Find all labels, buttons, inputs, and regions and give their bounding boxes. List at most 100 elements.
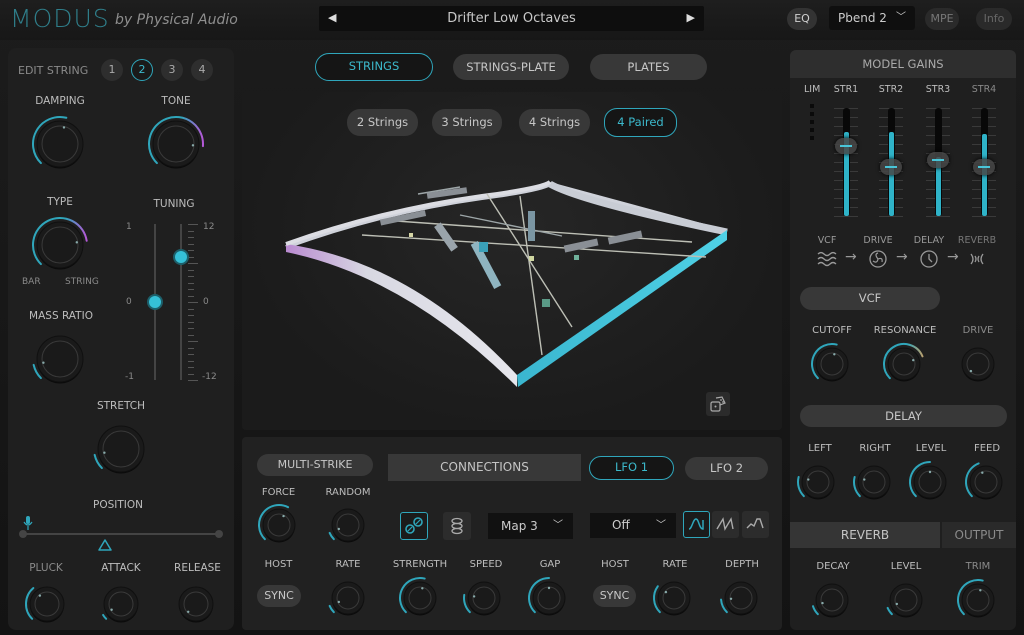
resonance-knob[interactable]: [882, 342, 926, 390]
delay-feed-knob[interactable]: [964, 460, 1008, 508]
tab-output[interactable]: OUTPUT: [942, 522, 1016, 548]
fan-icon[interactable]: [866, 248, 890, 270]
delay-left-knob[interactable]: [796, 460, 840, 508]
gain-fader-handle[interactable]: [927, 151, 949, 168]
tuning-tick: [188, 263, 198, 264]
multi-strike-rate-knob[interactable]: [326, 576, 370, 624]
gain-channel-label: STR1: [833, 84, 859, 95]
gain-channel-label: STR4: [971, 84, 997, 95]
type-knob[interactable]: [31, 216, 89, 278]
lfo-depth-knob[interactable]: [719, 576, 763, 624]
type-min-label: BAR: [22, 277, 41, 287]
gain-fader-handle[interactable]: [835, 137, 857, 154]
edit-string-2-button[interactable]: 2: [131, 59, 153, 81]
damping-knob[interactable]: [31, 115, 89, 177]
lfo-shape-sine-button[interactable]: [683, 511, 710, 538]
limiter-led: [810, 136, 814, 140]
attack-knob[interactable]: [98, 581, 144, 631]
speed-knob[interactable]: [462, 576, 506, 624]
clock-icon[interactable]: [917, 248, 941, 270]
preset-name[interactable]: Drifter Low Octaves: [319, 11, 704, 26]
delay-right-knob[interactable]: [852, 460, 896, 508]
cutoff-knob[interactable]: [810, 342, 854, 390]
connection-map-button[interactable]: [400, 512, 428, 540]
mpe-button[interactable]: MPE: [925, 8, 959, 30]
reverb-decay-knob[interactable]: [810, 578, 854, 626]
edit-string-3-button[interactable]: 3: [161, 59, 183, 81]
connection-map-dropdown[interactable]: Map 3 ﹀: [488, 513, 573, 539]
knob-indicator: [807, 478, 810, 481]
tab-strings[interactable]: STRINGS: [315, 53, 433, 81]
strike-position-handle[interactable]: [98, 536, 112, 555]
delay-right-label: RIGHT: [859, 443, 891, 454]
pluck-knob[interactable]: [24, 581, 70, 631]
trim-label: TRIM: [965, 561, 991, 572]
multi-strike-button[interactable]: MULTI-STRIKE: [257, 454, 373, 476]
tab-lfo-1[interactable]: LFO 1: [589, 456, 674, 480]
delay-section-button[interactable]: DELAY: [800, 405, 1007, 427]
randomize-button[interactable]: [706, 392, 730, 416]
trim-knob[interactable]: [956, 578, 1000, 626]
coarse-tuning-ticks: [188, 224, 198, 381]
model-3d-viewport[interactable]: 2 Strings 3 Strings 4 Strings 4 Paired: [242, 92, 782, 430]
vcf-section-button[interactable]: VCF: [800, 287, 940, 310]
lfo-sync-button[interactable]: SYNC: [593, 585, 636, 607]
tuning-tick: [188, 328, 194, 329]
delay-level-knob[interactable]: [908, 460, 952, 508]
tab-reverb[interactable]: REVERB: [790, 522, 940, 548]
strength-knob[interactable]: [398, 576, 442, 624]
vcf-drive-label: DRIVE: [962, 325, 994, 336]
fine-tuning-slider-thumb[interactable]: [149, 296, 161, 308]
position-slider-end: [215, 530, 223, 538]
position-label: POSITION: [93, 499, 143, 511]
pluck-label: PLUCK: [29, 562, 63, 574]
lfo-shape-saw-button[interactable]: [712, 511, 739, 538]
coarse-tuning-slider-track[interactable]: [180, 224, 182, 380]
knob-indicator: [191, 144, 195, 147]
header-bar: MODUS by Physical Audio ◀ Drifter Low Oc…: [0, 0, 1024, 40]
knob-indicator: [62, 126, 66, 129]
gain-channel-label: STR2: [878, 84, 904, 95]
lfo-target-dropdown[interactable]: Off ﹀: [590, 513, 676, 538]
model-gains-header: MODEL GAINS: [790, 50, 1016, 78]
knob-indicator: [38, 594, 42, 597]
lfo-rate-knob[interactable]: [652, 576, 696, 624]
lfo-shape-random-button[interactable]: [742, 511, 769, 538]
reverb-icon[interactable]: [965, 248, 989, 270]
gap-knob[interactable]: [527, 576, 571, 624]
gain-fader-handle[interactable]: [973, 159, 995, 176]
stretch-knob[interactable]: [92, 420, 150, 482]
next-preset-icon[interactable]: ▶: [687, 11, 695, 24]
type-max-label: STRING: [65, 277, 99, 287]
edit-string-1-button[interactable]: 1: [101, 59, 123, 81]
knob-indicator: [833, 353, 836, 356]
pitchbend-dropdown[interactable]: Pbend 2 ﹀: [829, 6, 915, 30]
info-button[interactable]: Info: [976, 8, 1012, 30]
coarse-tuning-max: 12: [203, 222, 215, 232]
vcf-drive-knob[interactable]: [956, 342, 1000, 390]
tab-plates[interactable]: PLATES: [590, 54, 707, 80]
gain-fader-track[interactable]: [843, 108, 850, 216]
tab-lfo-2[interactable]: LFO 2: [685, 457, 768, 480]
edit-string-4-button[interactable]: 4: [191, 59, 213, 81]
eq-button[interactable]: EQ: [787, 8, 817, 30]
coarse-tuning-slider-thumb[interactable]: [175, 250, 187, 263]
random-knob[interactable]: [326, 503, 370, 551]
waves-icon[interactable]: [815, 248, 839, 270]
multi-strike-sync-button[interactable]: SYNC: [257, 585, 301, 607]
tab-strings-plate[interactable]: STRINGS-PLATE: [453, 54, 569, 80]
preset-selector[interactable]: ◀ Drifter Low Octaves ▶: [319, 6, 704, 31]
knob-indicator: [664, 590, 668, 594]
mass-ratio-knob[interactable]: [31, 330, 89, 392]
attack-label: ATTACK: [101, 562, 141, 574]
position-slider-track[interactable]: [22, 533, 220, 535]
connection-spring-button[interactable]: [443, 512, 471, 540]
fx-chain-label: DELAY: [913, 235, 945, 246]
fader-tick: [926, 216, 950, 217]
force-knob[interactable]: [257, 503, 301, 551]
microphone-position-handle[interactable]: [23, 516, 33, 535]
reverb-level-knob[interactable]: [884, 578, 928, 626]
gain-fader-handle[interactable]: [880, 159, 902, 176]
release-knob[interactable]: [173, 581, 219, 631]
tone-knob[interactable]: [147, 115, 205, 177]
